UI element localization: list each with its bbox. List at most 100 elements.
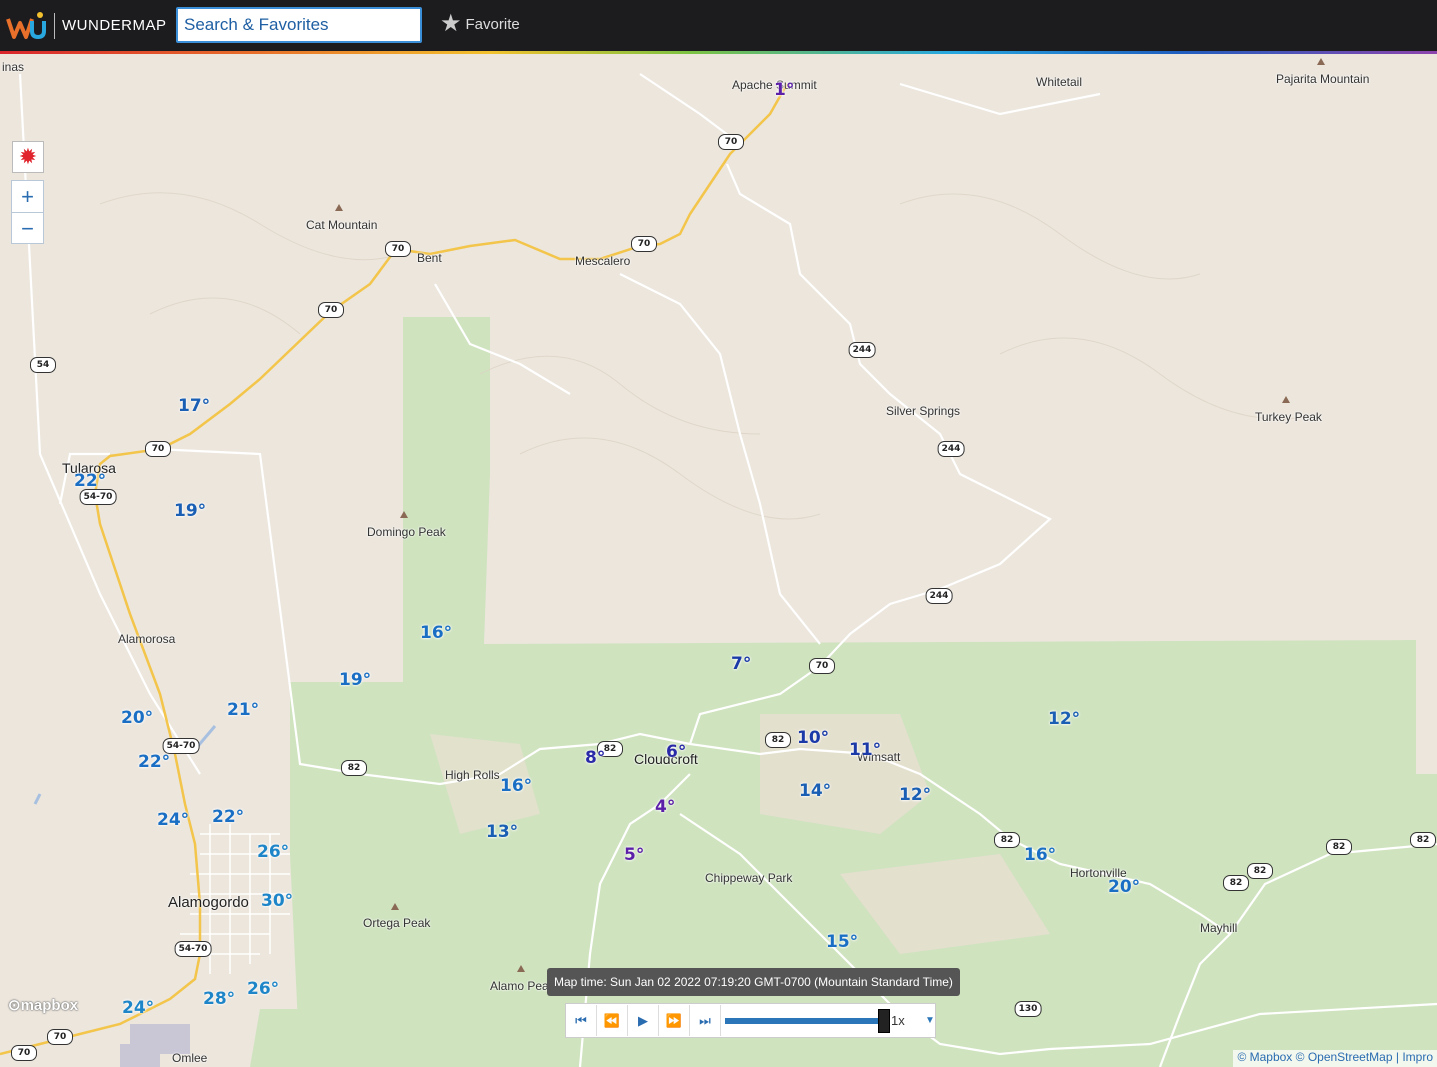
temperature-marker[interactable]: 26° <box>247 979 279 999</box>
place-label: High Rolls <box>445 768 500 782</box>
national-forest-area <box>290 317 1437 1067</box>
play-button[interactable]: ▶ <box>628 1005 659 1036</box>
place-label: Alamorosa <box>118 632 176 646</box>
temperature-marker[interactable]: 8° <box>585 748 605 768</box>
map-time-label: Map time: Sun Jan 02 2022 07:19:20 GMT-0… <box>547 968 960 996</box>
peak-marker <box>391 903 399 910</box>
zoom-out-button[interactable]: − <box>12 212 43 244</box>
route-shield: 70 <box>631 236 657 252</box>
route-shield: 82 <box>994 832 1020 848</box>
map-attribution[interactable]: © Mapbox © OpenStreetMap | Impro <box>1233 1050 1437 1067</box>
temperature-marker[interactable]: 11° <box>849 740 881 760</box>
peak-marker <box>335 204 343 211</box>
place-label: Omlee <box>172 1051 208 1065</box>
mapbox-logo-icon: ⊙ <box>8 997 21 1014</box>
place-label: Whitetail <box>1036 75 1083 89</box>
place-label: Bent <box>417 251 442 265</box>
favorite-button[interactable]: ★ Favorite <box>440 10 520 37</box>
step-forward-button[interactable]: ⏩ <box>659 1005 690 1036</box>
temperature-marker[interactable]: 16° <box>420 623 452 643</box>
route-shield: 70 <box>809 658 835 674</box>
temperature-marker[interactable]: 22° <box>212 807 244 827</box>
temperature-marker[interactable]: 15° <box>826 932 858 952</box>
temperature-marker[interactable]: 12° <box>899 785 931 805</box>
map-settings-button[interactable]: ✹ <box>12 141 44 173</box>
chevron-down-icon[interactable]: ▼ <box>925 1015 935 1026</box>
brand-name: WUNDERMAP <box>62 17 167 34</box>
route-shield: 82 <box>1223 875 1249 891</box>
skip-to-end-icon: ⏭ <box>699 1012 711 1028</box>
peak-marker <box>1317 58 1325 65</box>
route-shield: 244 <box>937 441 965 457</box>
temperature-marker[interactable]: 17° <box>178 396 210 416</box>
place-label: Mescalero <box>575 254 631 268</box>
mapbox-logo-text: mapbox <box>20 997 79 1014</box>
gear-icon: ✹ <box>18 144 38 169</box>
temperature-marker[interactable]: 6° <box>666 742 686 762</box>
route-shield: 54-70 <box>174 941 212 957</box>
temperature-marker[interactable]: 12° <box>1048 709 1080 729</box>
color-stripe <box>0 51 1437 54</box>
place-label: Cat Mountain <box>306 218 378 232</box>
search-input[interactable] <box>176 7 422 43</box>
temperature-marker[interactable]: 10° <box>797 728 829 748</box>
route-shield: 70 <box>318 302 344 318</box>
temperature-marker[interactable]: 30° <box>261 891 293 911</box>
map-canvas[interactable]: inas Apache Summit Whitetail Pajarita Mo… <box>0 54 1437 1067</box>
temperature-marker[interactable]: 26° <box>257 842 289 862</box>
temperature-marker[interactable]: 1° <box>774 80 794 100</box>
map-base <box>0 73 1437 1067</box>
route-shield: 82 <box>1410 832 1436 848</box>
timeline-slider[interactable] <box>725 1008 890 1033</box>
temperature-marker[interactable]: 28° <box>203 989 235 1009</box>
fast-forward-icon: ⏩ <box>665 1012 683 1028</box>
route-shield: 244 <box>848 342 876 358</box>
route-shield: 244 <box>925 588 953 604</box>
star-icon: ★ <box>440 10 462 37</box>
temperature-marker[interactable]: 21° <box>227 700 259 720</box>
wu-logo[interactable] <box>6 11 48 41</box>
place-label: Alamogordo <box>168 894 249 911</box>
temperature-marker[interactable]: 19° <box>174 501 206 521</box>
route-shield: 70 <box>47 1029 73 1045</box>
favorite-label: Favorite <box>465 15 520 33</box>
temperature-marker[interactable]: 13° <box>486 822 518 842</box>
temperature-marker[interactable]: 20° <box>1108 877 1140 897</box>
route-shield: 70 <box>718 134 744 150</box>
forest-strip <box>250 1009 300 1067</box>
temperature-marker[interactable]: 7° <box>731 654 751 674</box>
place-label: Mayhill <box>1200 921 1238 935</box>
place-label: inas <box>2 60 25 74</box>
route-shield: 130 <box>1014 1001 1042 1017</box>
place-label: Alamo Peak <box>490 979 555 993</box>
temperature-marker[interactable]: 16° <box>1024 845 1056 865</box>
temperature-marker[interactable]: 24° <box>122 998 154 1018</box>
route-shield: 70 <box>385 241 411 257</box>
logo-divider <box>54 13 55 39</box>
route-shield: 82 <box>341 760 367 776</box>
animation-player: ⏮ ⏪ ▶ ⏩ ⏭ 1x ▼ <box>565 1003 936 1038</box>
temperature-marker[interactable]: 20° <box>121 708 153 728</box>
place-label: Pajarita Mountain <box>1276 72 1370 86</box>
route-shield: 70 <box>145 441 171 457</box>
timeline-slider-handle[interactable] <box>878 1008 890 1033</box>
skip-to-end-button[interactable]: ⏭ <box>690 1005 721 1036</box>
temperature-marker[interactable]: 22° <box>74 471 106 491</box>
step-back-button[interactable]: ⏪ <box>597 1005 628 1036</box>
temperature-marker[interactable]: 19° <box>339 670 371 690</box>
peak-marker <box>517 965 525 972</box>
temperature-marker[interactable]: 24° <box>157 810 189 830</box>
mapbox-logo[interactable]: ⊙mapbox <box>8 996 78 1014</box>
rewind-icon: ⏪ <box>603 1012 621 1028</box>
skip-to-start-button[interactable]: ⏮ <box>566 1005 597 1036</box>
temperature-marker[interactable]: 16° <box>500 776 532 796</box>
place-label: Turkey Peak <box>1255 410 1322 424</box>
temperature-marker[interactable]: 4° <box>655 797 675 817</box>
speed-select[interactable]: 1x <box>891 1013 921 1028</box>
temperature-marker[interactable]: 22° <box>138 752 170 772</box>
temperature-marker[interactable]: 14° <box>799 781 831 801</box>
peak-marker <box>1282 396 1290 403</box>
place-label: Domingo Peak <box>367 525 446 539</box>
zoom-in-button[interactable]: + <box>12 181 43 212</box>
temperature-marker[interactable]: 5° <box>624 845 644 865</box>
